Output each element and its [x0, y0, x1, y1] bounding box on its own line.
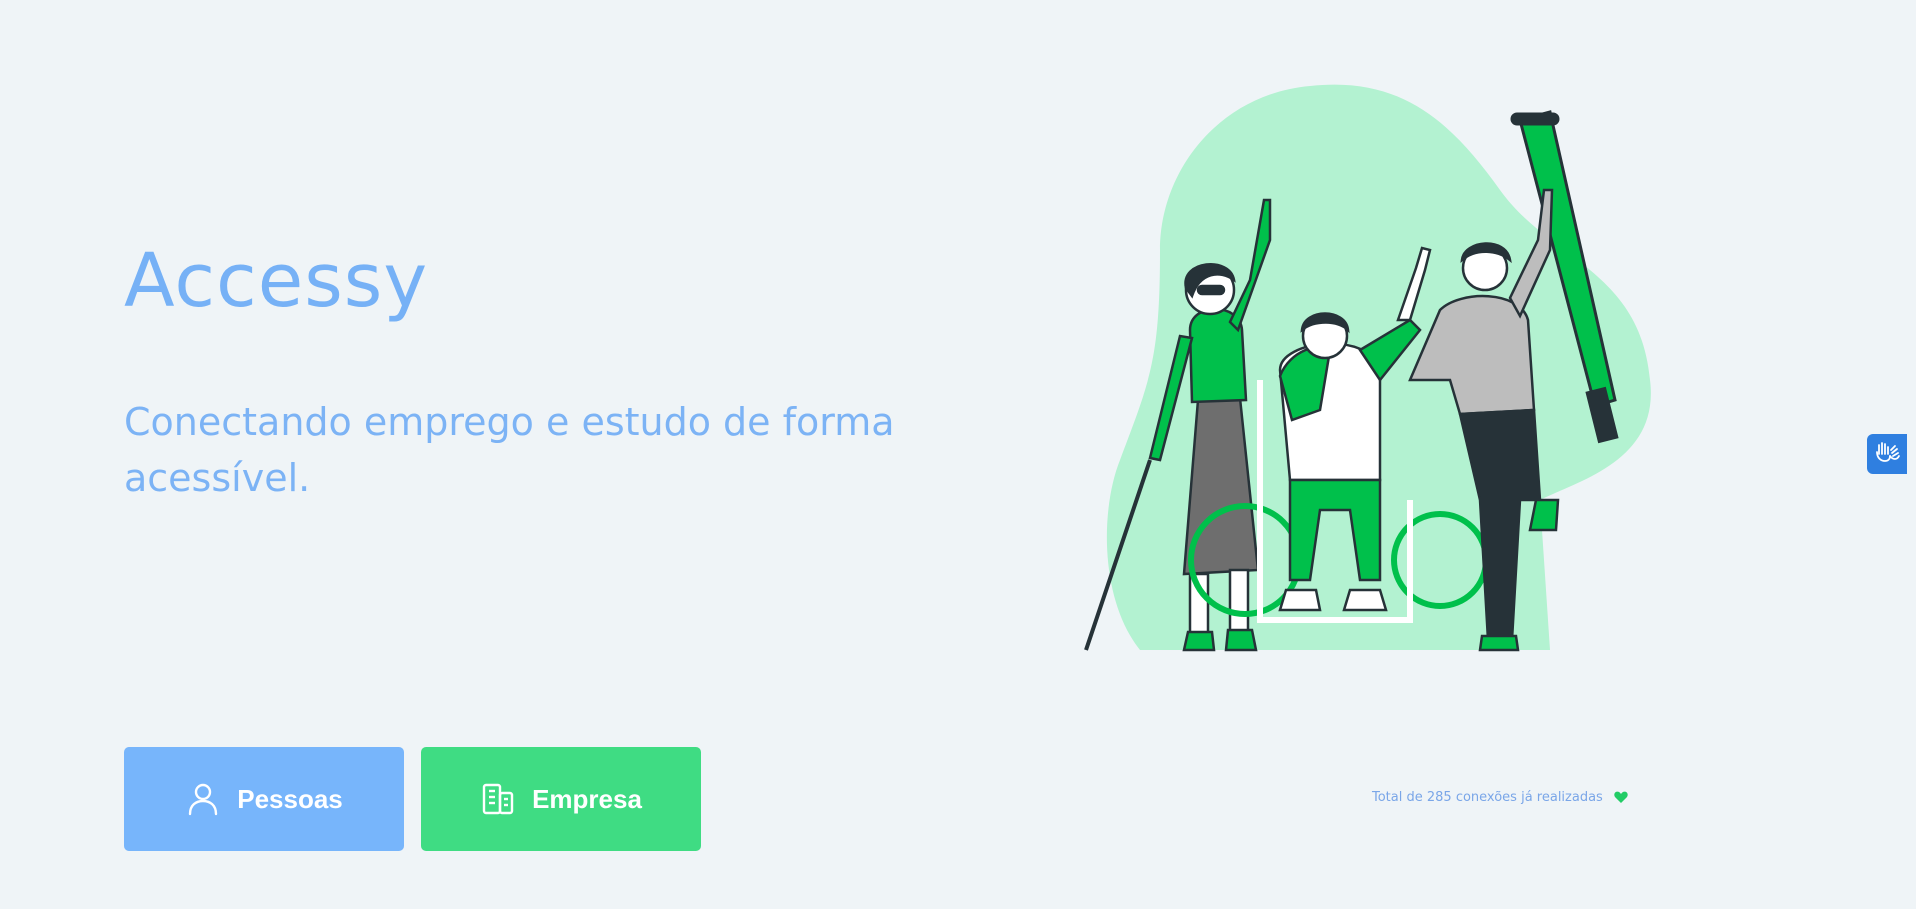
hero-illustration — [1080, 80, 1700, 660]
building-icon — [480, 781, 516, 817]
heart-icon — [1613, 789, 1629, 805]
company-button[interactable]: Empresa — [421, 747, 701, 851]
sign-language-widget-button[interactable] — [1867, 434, 1907, 474]
tagline: Conectando emprego e estudo de forma ace… — [124, 400, 895, 500]
people-button-label: Pessoas — [237, 783, 343, 814]
people-celebrating-illustration — [1084, 84, 1651, 652]
brand-title: Accessy — [124, 238, 429, 324]
company-button-label: Empresa — [532, 783, 642, 814]
user-icon — [185, 781, 221, 817]
sign-language-hands-icon — [1873, 438, 1901, 470]
landing-page: Accessy Conectando emprego e estudo de f… — [0, 0, 1916, 909]
connections-counter: Total de 285 conexões já realizadas — [1372, 789, 1629, 805]
connections-text: Total de 285 conexões já realizadas — [1372, 789, 1603, 805]
people-button[interactable]: Pessoas — [124, 747, 404, 851]
